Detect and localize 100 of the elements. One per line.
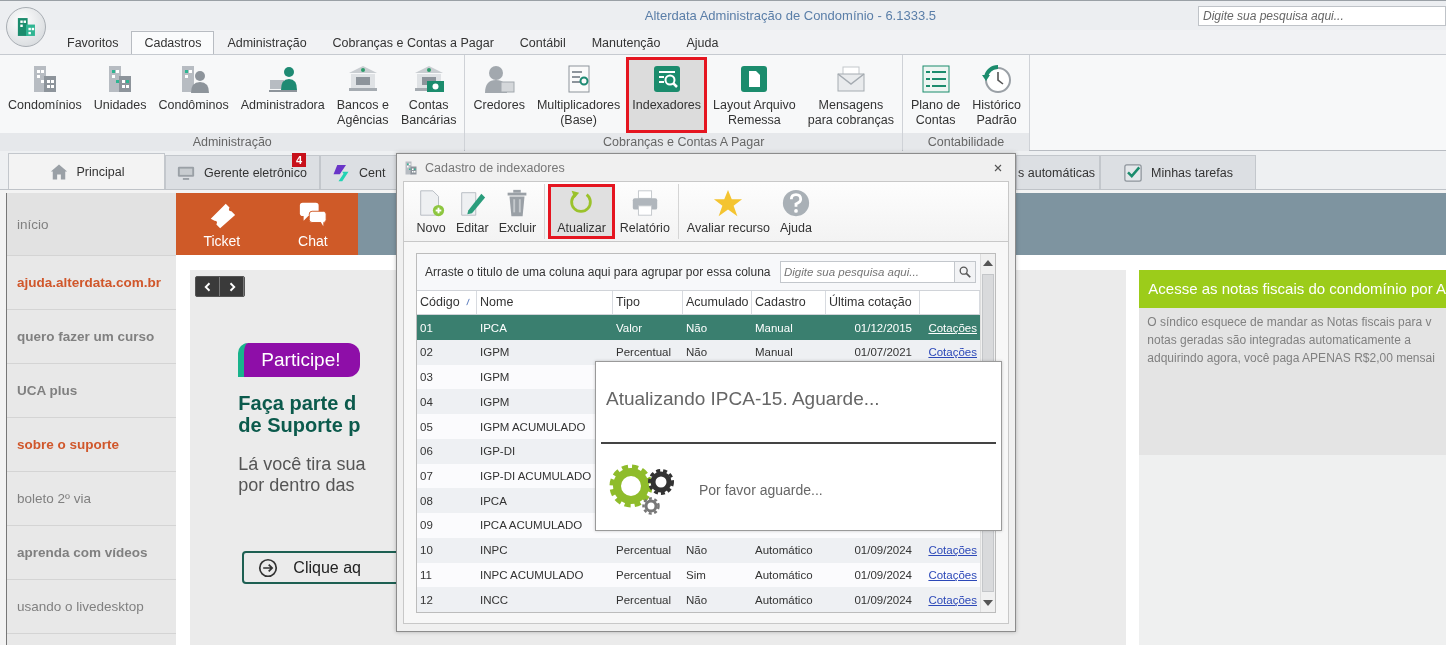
table-cell: Automático bbox=[755, 544, 813, 557]
menu-tab[interactable]: Contábil bbox=[506, 31, 579, 54]
table-row[interactable]: 10 INPC Percentual Não Automático 01/09/2024 Cotações bbox=[417, 537, 980, 563]
table-cell: 07 bbox=[420, 470, 433, 482]
search-field[interactable]: Digite sua pesquisa aqui... bbox=[780, 260, 954, 283]
column-header[interactable]: Código bbox=[417, 290, 477, 315]
table-cell: Automático bbox=[755, 568, 813, 581]
ribbon-button[interactable]: Plano de Contas bbox=[904, 57, 967, 133]
table-cell: Percentual bbox=[616, 568, 671, 581]
table-cell: Percentual bbox=[616, 346, 671, 359]
document-tab[interactable]: Gerente eletrônico 4 bbox=[165, 155, 320, 189]
ribbon-group-label: Cobranças e Contas A Pagar bbox=[465, 133, 902, 151]
envelope-icon bbox=[834, 63, 867, 95]
quotes-link[interactable]: Cotações bbox=[928, 544, 977, 557]
menu-tab[interactable]: Ajuda bbox=[673, 31, 732, 54]
document-tab[interactable]: Principal bbox=[8, 153, 165, 189]
table-row[interactable]: 12 INCC Percentual Não Automático 01/09/2024 Cotações bbox=[417, 587, 980, 612]
table-cell: 05 bbox=[420, 420, 433, 433]
clock-icon bbox=[980, 63, 1013, 95]
ribbon-button[interactable]: Condomínios bbox=[2, 57, 88, 133]
table-cell: Sim bbox=[686, 568, 706, 581]
ribbon-button[interactable]: Condôminos bbox=[152, 57, 235, 133]
search-field[interactable]: Digite sua pesquisa aqui... bbox=[1198, 5, 1446, 26]
search-icon bbox=[958, 264, 972, 279]
building-icon bbox=[403, 159, 419, 176]
numbered-list-icon bbox=[919, 63, 952, 95]
column-header[interactable]: Última cotação bbox=[826, 290, 920, 315]
table-cell: IPCA bbox=[480, 321, 507, 334]
column-header[interactable]: Tipo bbox=[613, 290, 683, 315]
menu-tab[interactable]: Cobranças e Contas a Pagar bbox=[319, 31, 507, 54]
banner-badge: Participe! bbox=[238, 343, 361, 377]
brand-logo-icon bbox=[331, 162, 351, 183]
dialog-title: Cadastro de indexadores bbox=[425, 160, 566, 175]
ribbon-button[interactable]: Unidades bbox=[87, 57, 153, 133]
column-header[interactable]: Nome bbox=[477, 290, 613, 315]
table-cell: INPC ACUMULADO bbox=[480, 568, 584, 581]
quotes-link[interactable]: Cotações bbox=[928, 568, 977, 581]
toolbar-button[interactable]: Editar bbox=[451, 184, 494, 239]
ribbon-button[interactable]: Bancos e Agências bbox=[330, 57, 395, 133]
table-cell: 01/09/2024 bbox=[854, 568, 912, 581]
table-cell: INCC bbox=[480, 593, 509, 606]
promo-title: Acesse as notas fiscais do condomínio por A bbox=[1139, 270, 1446, 308]
ribbon-button[interactable]: Administradora bbox=[234, 57, 331, 133]
toolbar-button[interactable]: Atualizar bbox=[548, 184, 615, 239]
table-cell: IGPM bbox=[480, 395, 510, 408]
ribbon-button[interactable]: Credores bbox=[467, 57, 531, 133]
table-cell: Manual bbox=[755, 321, 793, 334]
table-cell: 11 bbox=[420, 568, 432, 581]
table-row[interactable]: 01 IPCA Valor Não Manual 01/12/2015 Cotações bbox=[417, 315, 980, 341]
toolbar-button[interactable]: Excluir bbox=[493, 184, 542, 239]
menu-tab[interactable]: Favoritos bbox=[54, 31, 132, 54]
menu-tab[interactable]: Manutenção bbox=[578, 31, 674, 54]
quotes-link[interactable]: Cotações bbox=[928, 321, 977, 334]
quotes-link[interactable]: Cotações bbox=[928, 593, 977, 606]
table-cell: Não bbox=[686, 321, 708, 334]
tab-label: Cent bbox=[359, 165, 386, 180]
window-title: Alterdata Administração de Condomínio - 6.1333.5 bbox=[644, 8, 936, 23]
tab-label: Principal bbox=[76, 164, 125, 179]
table-cell: 02 bbox=[420, 346, 433, 359]
table-cell: IGPM bbox=[480, 346, 510, 359]
tab-label: Gerente eletrônico bbox=[204, 165, 307, 180]
table-cell: 06 bbox=[420, 445, 433, 458]
table-cell: 01/12/2015 bbox=[854, 321, 912, 334]
progress-title: Atualizando IPCA-15. Aguarde... bbox=[605, 387, 881, 411]
table-cell: Não bbox=[686, 593, 708, 606]
tab-label: Minhas tarefas bbox=[1151, 165, 1233, 180]
ribbon-button[interactable]: Mensagens para cobranças bbox=[801, 57, 900, 133]
table-cell: Manual bbox=[755, 346, 793, 359]
table-cell: 01/09/2024 bbox=[854, 593, 912, 606]
help-icon bbox=[780, 188, 811, 218]
document-tab[interactable]: s automáticas bbox=[1016, 155, 1100, 189]
table-cell: Percentual bbox=[616, 593, 671, 606]
table-row[interactable]: 11 INPC ACUMULADO Percentual Sim Automático 01/09/2024 Cotações bbox=[417, 562, 980, 588]
column-header[interactable]: Acumulado bbox=[683, 290, 752, 315]
column-header[interactable]: Cadastro bbox=[752, 290, 826, 315]
table-cell: 10 bbox=[420, 544, 433, 557]
table-cell: 04 bbox=[420, 395, 433, 408]
toolbar-button[interactable]: Relatório bbox=[614, 184, 675, 239]
document-tab[interactable]: Minhas tarefas bbox=[1100, 155, 1256, 189]
menu-tab[interactable]: Cadastros bbox=[131, 31, 215, 54]
menu-tab[interactable]: Administração bbox=[214, 31, 320, 54]
table-row[interactable]: 02 IGPM Percentual Não Manual 01/07/2021 Cotações bbox=[417, 340, 980, 365]
toolbar-button[interactable]: Novo bbox=[411, 184, 451, 239]
promo-text-line: adquirindo agora, você paga APENAS R$2,00 mensai bbox=[1147, 350, 1436, 367]
ribbon-button[interactable]: Indexadores bbox=[626, 57, 708, 133]
table-cell: 01/09/2024 bbox=[854, 544, 912, 557]
ribbon-button[interactable]: Histórico Padrão bbox=[966, 57, 1027, 133]
quick-action-button[interactable]: Ticket bbox=[176, 193, 268, 255]
quotes-link[interactable]: Cotações bbox=[928, 346, 977, 359]
arrow-circle-icon bbox=[257, 556, 280, 579]
toolbar-button[interactable]: Ajuda bbox=[775, 184, 817, 239]
search-button[interactable] bbox=[954, 260, 976, 283]
banner-text: Lá você tira sua por dentro das bbox=[238, 454, 366, 496]
toolbar-button[interactable]: Avaliar recurso bbox=[681, 184, 775, 239]
quick-action-button[interactable]: Chat bbox=[267, 193, 359, 255]
ribbon-button[interactable]: Multiplicadores (Base) bbox=[530, 57, 627, 133]
table-cell: IGPM bbox=[480, 371, 510, 384]
table-cell: Não bbox=[686, 544, 708, 557]
ribbon-button[interactable]: Layout Arquivo Remessa bbox=[707, 57, 802, 133]
ribbon-button[interactable]: Contas Bancárias bbox=[394, 57, 463, 133]
